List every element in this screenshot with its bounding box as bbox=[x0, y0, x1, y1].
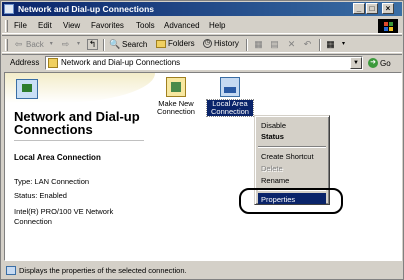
panel-title: Network and Dial-up Connections bbox=[14, 109, 140, 137]
menu-create-shortcut[interactable]: Create Shortcut bbox=[261, 152, 314, 161]
copy-to-icon: ▤ bbox=[270, 39, 279, 49]
views-grid-icon: ▦ bbox=[326, 39, 335, 49]
history-button[interactable]: ◷ History bbox=[203, 39, 239, 48]
dropdown-arrow-icon: ▾ bbox=[341, 41, 345, 47]
folder-view[interactable]: Network and Dial-up Connections Local Ar… bbox=[4, 72, 402, 261]
panel-divider bbox=[14, 140, 144, 141]
go-label: Go bbox=[380, 58, 391, 68]
undo-icon: ↶ bbox=[303, 39, 312, 49]
go-arrow-icon: ➜ bbox=[368, 58, 378, 68]
address-dropdown-button[interactable]: ▼ bbox=[350, 57, 362, 69]
history-label: History bbox=[214, 39, 239, 48]
title-bar[interactable]: Network and Dial-up Connections _ □ × bbox=[2, 2, 402, 16]
up-button[interactable]: ↰ bbox=[87, 39, 98, 50]
toolbar-separator bbox=[319, 39, 321, 51]
network-status-icon bbox=[6, 266, 16, 275]
folders-icon bbox=[156, 39, 166, 48]
make-new-connection-item[interactable]: Make New Connection bbox=[153, 77, 199, 116]
minimize-button[interactable]: _ bbox=[353, 3, 365, 14]
menu-advanced[interactable]: Advanced bbox=[164, 21, 200, 30]
connection-status: Status: Enabled bbox=[14, 191, 67, 200]
delete-button[interactable]: ✕ bbox=[286, 39, 297, 50]
menu-help[interactable]: Help bbox=[209, 21, 225, 30]
history-clock-icon: ◷ bbox=[203, 39, 212, 48]
toolbar-separator bbox=[103, 39, 105, 51]
lan-connection-icon bbox=[220, 77, 240, 97]
standard-toolbar: ⇦ Back ▾ ⇨ ▾ ↰ 🔍 Search Folders ◷ Histor… bbox=[2, 35, 402, 53]
address-input[interactable]: Network and Dial-up Connections ▼ bbox=[45, 56, 363, 70]
dropdown-arrow-icon: ▾ bbox=[49, 41, 53, 47]
dropdown-arrow-icon: ▾ bbox=[76, 41, 80, 47]
move-to-button[interactable]: ▦ bbox=[253, 39, 264, 50]
address-label: Address bbox=[10, 58, 40, 67]
menu-view[interactable]: View bbox=[63, 21, 80, 30]
connection-type: Type: LAN Connection bbox=[14, 177, 90, 186]
up-folder-icon: ↰ bbox=[87, 39, 98, 50]
network-folder-icon bbox=[48, 58, 58, 68]
network-folder-icon bbox=[4, 4, 14, 14]
toolbar-separator bbox=[246, 39, 248, 51]
back-arrow-icon: ⇦ bbox=[14, 39, 23, 49]
maximize-button[interactable]: □ bbox=[366, 3, 378, 14]
menu-rename[interactable]: Rename bbox=[261, 176, 289, 185]
search-button[interactable]: 🔍 Search bbox=[109, 39, 147, 50]
delete-x-icon: ✕ bbox=[287, 39, 296, 49]
menu-disable[interactable]: Disable bbox=[261, 121, 286, 130]
back-label: Back bbox=[26, 40, 44, 49]
menu-delete[interactable]: Delete bbox=[261, 164, 283, 173]
window-title: Network and Dial-up Connections bbox=[18, 4, 155, 14]
toolbar-grip[interactable] bbox=[5, 39, 8, 51]
move-to-icon: ▦ bbox=[254, 39, 263, 49]
close-button[interactable]: × bbox=[382, 3, 394, 14]
status-bar: Displays the properties of the selected … bbox=[2, 263, 402, 279]
network-connections-icon bbox=[16, 79, 38, 99]
menu-grip[interactable] bbox=[5, 20, 8, 32]
item-label: Make New Connection bbox=[157, 99, 195, 116]
menu-bar: File Edit View Favorites Tools Advanced … bbox=[2, 18, 402, 34]
menu-file[interactable]: File bbox=[14, 21, 27, 30]
address-value: Network and Dial-up Connections bbox=[61, 58, 181, 67]
copy-to-button[interactable]: ▤ bbox=[269, 39, 280, 50]
forward-arrow-icon: ⇨ bbox=[61, 39, 70, 49]
address-bar: Address Network and Dial-up Connections … bbox=[2, 54, 402, 71]
windows-logo-icon bbox=[378, 19, 398, 33]
local-area-connection-item[interactable]: Local Area Connection bbox=[206, 77, 254, 117]
search-icon: 🔍 bbox=[109, 39, 121, 49]
item-label: Local Area Connection bbox=[206, 99, 254, 117]
menu-edit[interactable]: Edit bbox=[38, 21, 52, 30]
forward-button[interactable]: ⇨ ▾ bbox=[60, 39, 84, 50]
folders-button[interactable]: Folders bbox=[156, 39, 195, 48]
go-button[interactable]: ➜ Go bbox=[368, 58, 391, 68]
views-button[interactable]: ▦ ▾ bbox=[325, 39, 349, 50]
menu-tools[interactable]: Tools bbox=[136, 21, 155, 30]
menu-separator bbox=[258, 146, 326, 148]
adapter-name: Intel(R) PRO/100 VE Network Connection bbox=[14, 207, 114, 226]
back-button[interactable]: ⇦ Back ▾ bbox=[13, 39, 57, 50]
undo-button[interactable]: ↶ bbox=[302, 39, 313, 50]
menu-status[interactable]: Status bbox=[261, 132, 284, 141]
menu-favorites[interactable]: Favorites bbox=[91, 21, 124, 30]
explorer-window: Network and Dial-up Connections _ □ × Fi… bbox=[0, 0, 404, 280]
search-label: Search bbox=[122, 40, 148, 49]
make-new-connection-icon bbox=[166, 77, 186, 97]
status-text: Displays the properties of the selected … bbox=[19, 266, 187, 275]
properties-callout-outline bbox=[239, 188, 343, 214]
folders-label: Folders bbox=[168, 39, 195, 48]
details-heading: Local Area Connection bbox=[14, 153, 101, 162]
